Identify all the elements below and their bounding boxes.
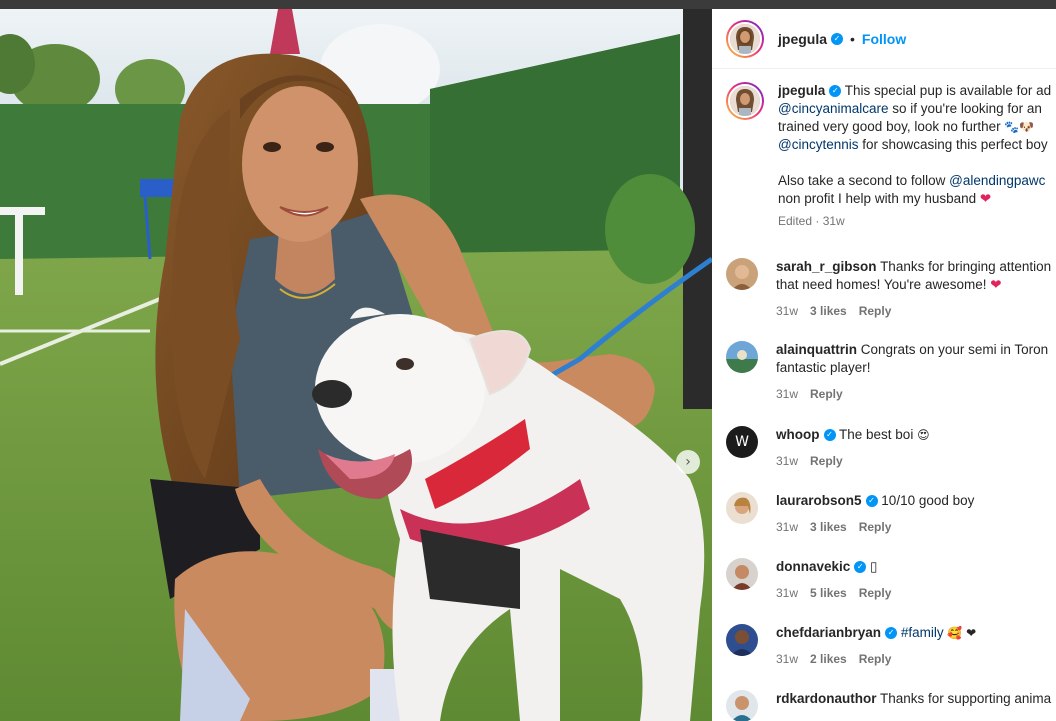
- post-photo[interactable]: ›: [0, 9, 712, 721]
- comment-text: Thanks for supporting anima: [880, 691, 1052, 706]
- comment-text: Congrats on your semi in Toron: [860, 342, 1049, 357]
- verified-badge-icon: ✓: [854, 561, 867, 574]
- comment-item: sarah_r_gibson Thanks for bringing atten…: [726, 258, 1056, 320]
- heart-emoji-icon: ❤: [990, 277, 1002, 293]
- author-avatar-image: [730, 23, 760, 54]
- paw-dog-emoji-icon: 🐾🐶: [1004, 120, 1035, 134]
- comment-text-line-2: that need homes! You're awesome!: [776, 277, 987, 292]
- comment-text: 10/10 good boy: [881, 493, 975, 508]
- mention-cincyanimalcare[interactable]: @cincyanimalcare: [778, 101, 889, 116]
- smiling-hearts-emoji-icon: 🥰 ❤: [947, 626, 977, 640]
- avatar-image: [726, 492, 758, 524]
- avatar-image: [726, 624, 758, 656]
- verified-badge-icon: ✓: [829, 85, 842, 98]
- caption-line-3: trained very good boy, look no further: [778, 119, 1001, 134]
- comment-username[interactable]: chefdarianbryan: [776, 625, 881, 640]
- comment-username[interactable]: laurarobson5: [776, 493, 862, 508]
- reply-button[interactable]: Reply: [859, 520, 892, 534]
- verified-badge-icon: ✓: [831, 32, 844, 45]
- caption-username[interactable]: jpegula: [778, 83, 825, 98]
- reply-button[interactable]: Reply: [859, 304, 892, 318]
- separator-dot: •: [850, 30, 855, 47]
- avatar-image: [726, 690, 758, 721]
- author-username[interactable]: jpegula: [778, 31, 827, 47]
- mention-alendingpaws[interactable]: @alendingpawc: [949, 173, 1045, 188]
- commenter-avatar[interactable]: [726, 624, 758, 656]
- hashtag-family[interactable]: #family: [901, 625, 944, 640]
- commenter-avatar[interactable]: [726, 341, 758, 373]
- reply-button[interactable]: Reply: [810, 454, 843, 468]
- comment-text-line-2: fantastic player!: [776, 360, 871, 375]
- reply-button[interactable]: Reply: [810, 387, 843, 401]
- comment-username[interactable]: donnavekic: [776, 559, 850, 574]
- commenter-avatar[interactable]: [726, 558, 758, 590]
- comment-item: laurarobson5 ✓ 10/10 good boy 31w 3 likes R…: [726, 492, 1056, 536]
- comment-time: 31w: [776, 652, 799, 666]
- comment-text: Thanks for bringing attention: [880, 259, 1052, 274]
- comment-likes[interactable]: 5 likes: [810, 586, 847, 600]
- caption-line-6: non profit I help with my husband: [778, 191, 977, 206]
- caption-line-2: so if you're looking for an: [888, 101, 1042, 116]
- comment-text: The best boi: [839, 427, 914, 442]
- avatar-image: [726, 258, 758, 290]
- caption-line-4: for showcasing this perfect boy: [858, 137, 1048, 152]
- comment-likes[interactable]: 3 likes: [810, 304, 847, 318]
- comment-time: 31w: [776, 520, 799, 534]
- comment-username[interactable]: sarah_r_gibson: [776, 259, 877, 274]
- caption-line-1: This special pup is available for ad: [844, 83, 1052, 98]
- author-avatar[interactable]: [726, 19, 764, 58]
- comment-time: 31w: [776, 586, 799, 600]
- heart-eyes-emoji-icon: 😍: [917, 428, 930, 442]
- verified-badge-icon: ✓: [885, 627, 898, 640]
- avatar-image: [726, 341, 758, 373]
- commenter-avatar[interactable]: W: [726, 426, 758, 458]
- comment-text: ▯: [870, 559, 878, 574]
- comment-time: 31w: [776, 454, 799, 468]
- heart-emoji-icon: ❤: [979, 191, 992, 207]
- verified-badge-icon: ✓: [865, 495, 878, 508]
- commenter-avatar[interactable]: [726, 258, 758, 290]
- next-photo-button[interactable]: ›: [676, 450, 700, 474]
- avatar-image: [726, 558, 758, 590]
- whoop-logo-icon: W: [735, 434, 749, 450]
- commenter-avatar[interactable]: [726, 492, 758, 524]
- caption-edited-time: Edited · 31w: [778, 214, 845, 228]
- caption-avatar-image: [730, 86, 760, 116]
- comment-item: chefdarianbryan ✓ #family 🥰 ❤ 31w 2 likes R…: [726, 624, 1056, 668]
- commenter-avatar[interactable]: [726, 690, 758, 721]
- comment-item: donnavekic ✓ ▯ 31w 5 likes Reply: [726, 558, 1056, 602]
- photo-illustration: [0, 9, 712, 721]
- comment-username[interactable]: rdkardonauthor: [776, 691, 877, 706]
- caption-line-5: Also take a second to follow: [778, 173, 950, 188]
- comment-username[interactable]: whoop: [776, 427, 820, 442]
- post-header: jpegula ✓ • Follow: [712, 9, 1056, 69]
- comment-item: W whoop ✓ The best boi 😍 31w Reply: [726, 426, 1056, 470]
- browser-top-strip: [0, 0, 1056, 9]
- comment-likes[interactable]: 2 likes: [810, 652, 847, 666]
- post-side-panel: jpegula ✓ • Follow jpegula ✓ This special…: [712, 9, 1056, 721]
- comment-likes[interactable]: 3 likes: [810, 520, 847, 534]
- comment-time: 31w: [776, 387, 799, 401]
- reply-button[interactable]: Reply: [859, 586, 892, 600]
- verified-badge-icon: ✓: [823, 429, 836, 442]
- post-caption: jpegula ✓ This special pup is available f…: [726, 82, 1056, 230]
- follow-button[interactable]: Follow: [862, 31, 906, 47]
- comment-time: 31w: [776, 304, 799, 318]
- reply-button[interactable]: Reply: [859, 652, 892, 666]
- comment-item: rdkardonauthor Thanks for supporting ani…: [726, 690, 1056, 721]
- comment-username[interactable]: alainquattrin: [776, 342, 857, 357]
- mention-cincytennis[interactable]: @cincytennis: [778, 137, 859, 152]
- comment-item: alainquattrin Congrats on your semi in T…: [726, 341, 1056, 403]
- caption-author-avatar[interactable]: [726, 82, 764, 120]
- chevron-right-icon: ›: [685, 454, 691, 470]
